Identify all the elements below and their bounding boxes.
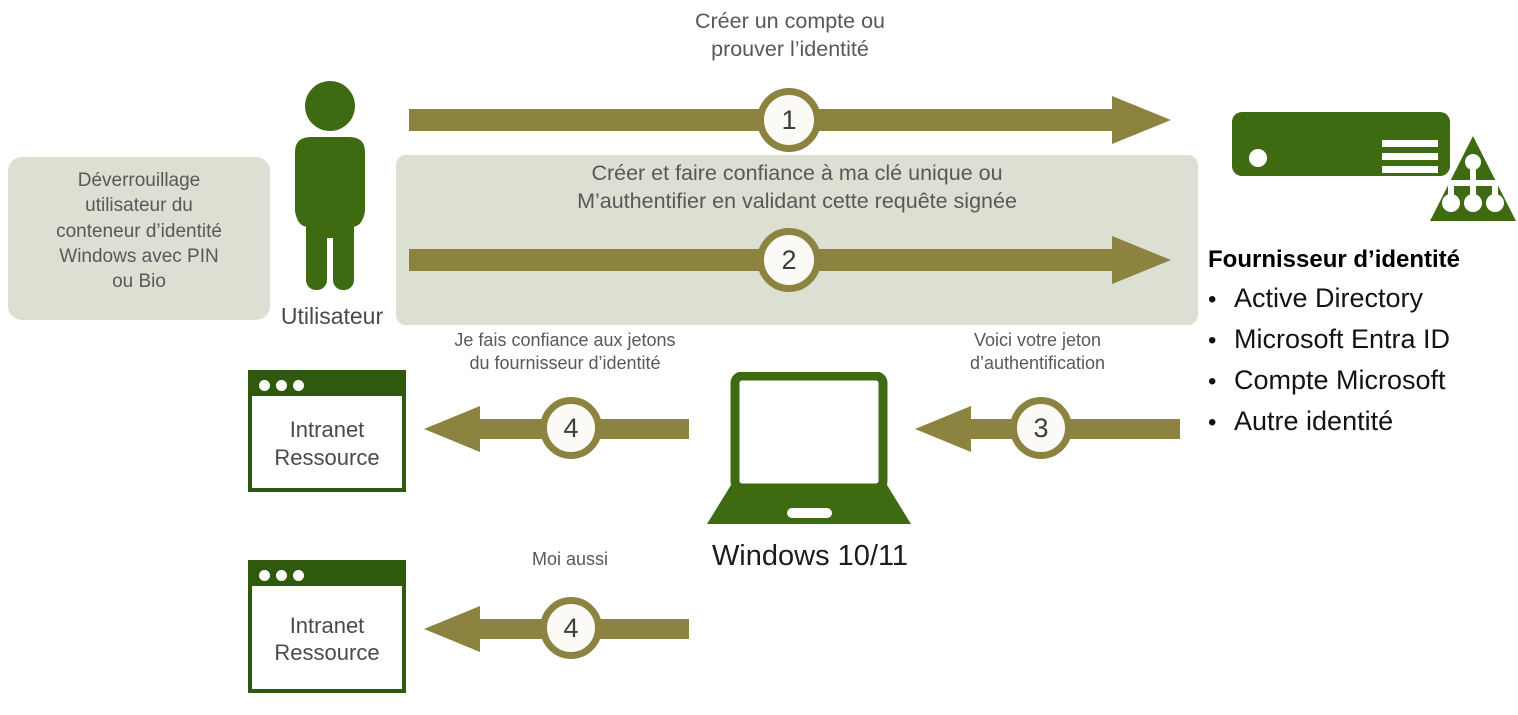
intranet-resource-1: Intranet Ressource (248, 370, 406, 492)
step-3-number: 3 (1033, 412, 1049, 443)
step-2-number: 2 (781, 244, 797, 275)
window-dot-icon (259, 569, 270, 581)
bullet-icon: • (1208, 368, 1217, 396)
step-4-bottom-label: Moi aussi (531, 549, 609, 569)
user-label: Utilisateur (280, 303, 384, 329)
person-icon (275, 80, 385, 295)
bullet-icon: • (1208, 286, 1217, 313)
list-item-label: Active Directory (1234, 283, 1424, 313)
server-icon (1230, 108, 1518, 223)
diagram-canvas: Créer un compte ou prouver l’identité 1 … (0, 0, 1518, 715)
list-item-label: Compte Microsoft (1234, 365, 1446, 396)
list-item: • Compte Microsoft (1208, 360, 1518, 401)
step-4-top-number: 4 (563, 412, 579, 443)
laptop-icon (707, 371, 912, 532)
step-4-bottom-number: 4 (563, 612, 579, 643)
bullet-icon: • (1208, 327, 1217, 355)
list-item-label: Autre identité (1234, 406, 1394, 437)
bullet-icon: • (1208, 409, 1217, 437)
identity-provider-list: • Active Directory • Microsoft Entra ID … (1208, 278, 1518, 442)
intranet-resource-2: Intranet Ressource (248, 560, 406, 693)
step-4-top-badge: 4 (540, 397, 602, 459)
step-1-badge: 1 (757, 88, 821, 152)
intranet-resource-1-label: Intranet Ressource (252, 396, 402, 488)
list-item-label: Microsoft Entra ID (1234, 324, 1451, 355)
identity-provider-block: Fournisseur d’identité • Active Director… (1208, 246, 1518, 442)
window-title-bar (252, 374, 402, 396)
window-dot-icon (293, 569, 304, 581)
device-label: Windows 10/11 (711, 540, 909, 572)
step-4-top-label: Je fais confiance aux jetons du fourniss… (454, 330, 676, 374)
window-title-bar (252, 564, 402, 586)
step-2-badge: 2 (757, 228, 821, 292)
intranet-resource-2-label: Intranet Ressource (252, 586, 402, 689)
identity-provider-title: Fournisseur d’identité (1208, 246, 1461, 273)
step-1-number: 1 (781, 104, 797, 135)
window-dot-icon (293, 379, 304, 391)
step-4-bottom-badge: 4 (540, 597, 602, 659)
list-item: • Microsoft Entra ID (1208, 319, 1518, 360)
step-3-badge: 3 (1010, 397, 1072, 459)
step-3-label: Voici votre jeton d’authentification (969, 330, 1106, 374)
step-1-label: Créer un compte ou prouver l’identité (694, 9, 885, 61)
list-item: • Autre identité (1208, 401, 1518, 442)
list-item: • Active Directory (1208, 278, 1518, 319)
user-unlock-text: Déverrouillage utilisateur du conteneur … (56, 170, 222, 293)
window-dot-icon (276, 379, 287, 391)
step-2-label: Créer et faire confiance à ma clé unique… (577, 161, 1017, 213)
window-dot-icon (276, 569, 287, 581)
window-dot-icon (259, 379, 270, 391)
